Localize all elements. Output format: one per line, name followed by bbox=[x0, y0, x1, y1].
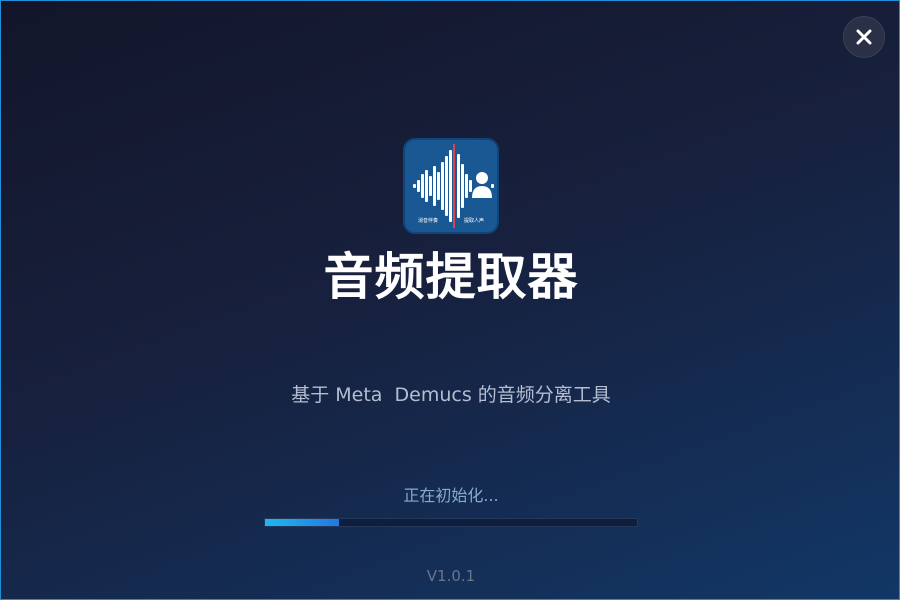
app-icon: 消音伴奏 提取人声 bbox=[403, 138, 499, 234]
app-subtitle: 基于 Meta Demucs 的音频分离工具 bbox=[291, 384, 611, 406]
status-text: 正在初始化... bbox=[403, 486, 499, 505]
progress-fill bbox=[265, 519, 340, 526]
version-label: V1.0.1 bbox=[426, 567, 476, 585]
close-button[interactable] bbox=[843, 16, 885, 58]
splash-window: 消音伴奏 提取人声 音频提取器 基于 Meta Demucs 的音频分离工具 正… bbox=[0, 0, 900, 600]
progress-bar bbox=[264, 518, 638, 527]
icon-caption-right: 提取人声 bbox=[463, 218, 484, 224]
icon-caption-left: 消音伴奏 bbox=[417, 218, 438, 224]
close-icon bbox=[856, 29, 872, 45]
app-title: 音频提取器 bbox=[323, 248, 579, 306]
